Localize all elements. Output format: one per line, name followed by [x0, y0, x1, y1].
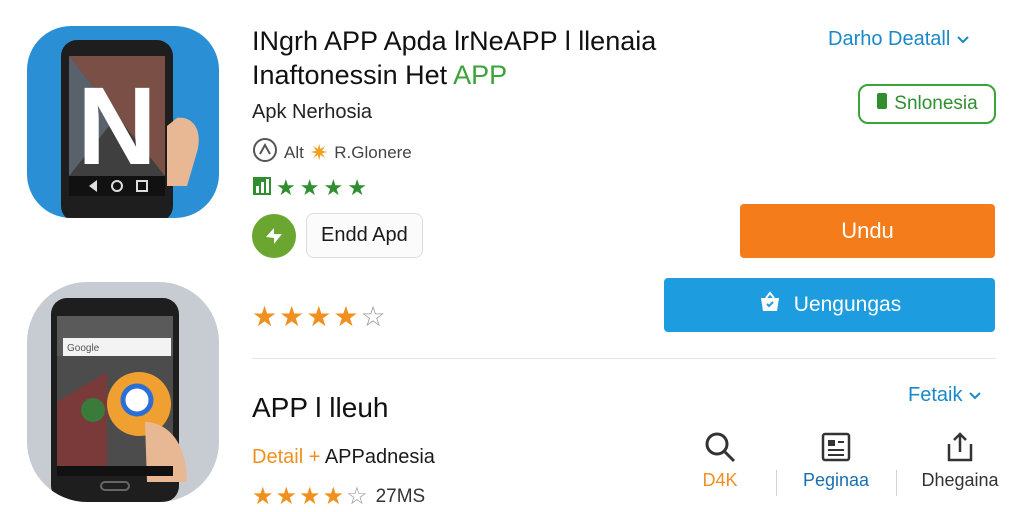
star-icon: ★ — [333, 301, 359, 332]
app-icon-2[interactable]: Google — [27, 282, 219, 502]
action-separator — [776, 470, 777, 496]
detail-prefix: Detail — [252, 446, 304, 468]
action-search-label: D4K — [702, 470, 738, 490]
chevron-down-icon — [956, 28, 970, 51]
star-icon: ★ — [299, 175, 320, 200]
share-icon — [947, 432, 973, 462]
star-icon: ★ — [347, 175, 367, 200]
bag-icon — [758, 290, 782, 320]
app-2-detail-row: Detail + APPadnesia — [252, 446, 435, 469]
app-title-line-2: Inaftonessin Het APP — [252, 58, 656, 92]
star-icon: ★ — [252, 301, 278, 332]
search-icon — [705, 432, 736, 463]
lightning-icon — [266, 227, 282, 244]
app-2-detail-link[interactable]: Fetaik — [908, 384, 982, 407]
star-icon: ★ — [252, 483, 274, 510]
meta-text: Alt — [284, 142, 304, 162]
detail-link[interactable]: Darho Deatall — [828, 28, 970, 51]
meta-region: R.Glonere — [334, 142, 412, 162]
star-icon: ★ — [306, 301, 332, 332]
age-rating-icon — [252, 137, 278, 168]
star-icon: ★ — [275, 483, 298, 510]
app-2-detail-link-label: Fetaik — [908, 384, 963, 406]
app-meta-row: Alt ✷ R.Glonere — [252, 137, 412, 168]
detail-suffix: APPadnesia — [324, 446, 435, 468]
app-title-line-2-text: Inaftonessin Het — [252, 60, 454, 90]
app-subtitle: Apk Nerhosia — [252, 101, 373, 123]
action-share-label: Dhegaina — [921, 470, 999, 490]
chart-icon — [252, 176, 272, 201]
app-icon-1[interactable]: N — [27, 26, 219, 218]
rating-green: ★ ★ ★ ★ — [252, 175, 367, 201]
phone-icon — [876, 92, 888, 116]
app-title-line-2-highlight: APP — [453, 60, 508, 90]
action-pages-label: Peginaa — [802, 470, 870, 490]
svg-text:N: N — [77, 65, 156, 188]
download-button[interactable]: Undu — [740, 204, 995, 258]
star-icon: ★ — [276, 175, 296, 200]
chip-button[interactable]: Endd Apd — [306, 213, 423, 258]
action-search[interactable]: D4K — [672, 430, 768, 491]
lightning-button[interactable] — [252, 213, 296, 258]
secondary-button-label: Uengungas — [793, 293, 902, 316]
secondary-button[interactable]: Uengungas — [664, 278, 995, 332]
app-title-line-1: INgrh APP Apda lrNeAPP l llenaia — [252, 26, 657, 56]
region-badge-label: Snlonesia — [894, 93, 978, 114]
app-2-title[interactable]: APP l lleuh — [252, 392, 388, 424]
sun-icon: ✷ — [309, 139, 329, 165]
action-separator — [896, 470, 897, 496]
section-divider — [252, 358, 996, 359]
star-half-icon: ☆ — [346, 483, 368, 510]
app-title[interactable]: INgrh APP Apda lrNeAPP l llenaia Inafton… — [252, 24, 656, 92]
action-share[interactable]: Dhegaina — [912, 430, 1008, 491]
action-chip-row: Endd Apd — [252, 213, 423, 258]
detail-link-label: Darho Deatall — [828, 28, 951, 50]
star-outline-icon: ☆ — [360, 301, 386, 332]
screen-search-text: Google — [67, 343, 100, 354]
detail-separator: + — [303, 446, 325, 468]
action-pages[interactable]: Peginaa — [788, 430, 884, 491]
star-icon: ★ — [322, 483, 345, 510]
region-badge[interactable]: Snlonesia — [858, 84, 996, 124]
star-icon: ★ — [323, 175, 344, 200]
document-icon — [821, 432, 851, 462]
rating-orange: ★ ★ ★ ★ ☆ — [252, 300, 386, 333]
star-icon: ★ — [299, 483, 321, 510]
app-2-rating: ★ ★ ★ ★ ☆ 27MS — [252, 482, 425, 511]
chevron-down-icon — [968, 384, 982, 407]
app-2-size: 27MS — [375, 485, 426, 507]
star-icon: ★ — [279, 301, 305, 332]
